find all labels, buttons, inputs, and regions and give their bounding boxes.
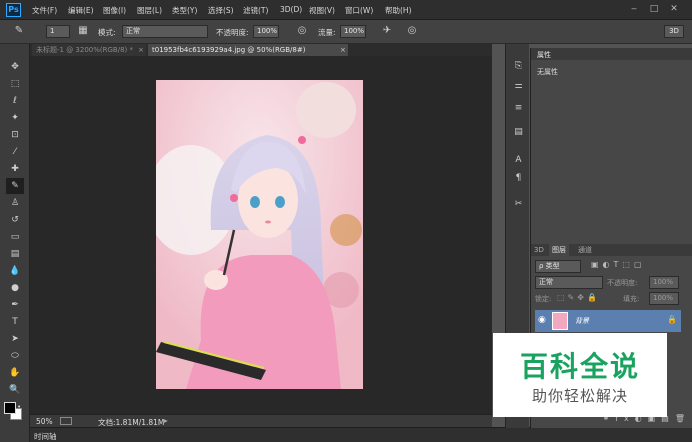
menu-layer[interactable]: 图层(L) bbox=[137, 5, 162, 16]
lasso-tool-icon[interactable]: ℓ bbox=[6, 93, 24, 109]
layer-filter-select[interactable]: ρ 类型 bbox=[535, 260, 581, 273]
dodge-tool-icon[interactable]: ● bbox=[6, 280, 24, 296]
properties-icon[interactable]: ≡ bbox=[512, 102, 525, 115]
watermark-subtitle: 助你轻松解决 bbox=[531, 387, 628, 405]
tab-untitled-1[interactable]: 未标题-1 @ 3200%(RGB/8) * bbox=[32, 44, 146, 56]
healing-brush-tool-icon[interactable]: ✚ bbox=[6, 161, 24, 177]
brush-tool-icon[interactable]: ✎ bbox=[6, 178, 24, 194]
3d-mode-button[interactable]: 3D bbox=[664, 25, 684, 38]
document-image[interactable] bbox=[156, 80, 363, 389]
tab-layers[interactable]: 图层 bbox=[549, 244, 569, 256]
brush-size-picker[interactable]: 1 bbox=[46, 25, 70, 38]
status-menu-icon[interactable]: ▸ bbox=[164, 416, 168, 425]
watermark-title: 百科全说 bbox=[519, 350, 640, 383]
anime-cosplay-photo bbox=[156, 80, 363, 389]
menu-image[interactable]: 图像(I) bbox=[103, 5, 126, 16]
blur-tool-icon[interactable]: 💧 bbox=[6, 263, 24, 279]
paragraph-icon[interactable]: ¶ bbox=[512, 172, 525, 185]
brush-panel-icon[interactable]: ▦ bbox=[76, 25, 90, 39]
move-tool-icon[interactable]: ✥ bbox=[6, 59, 24, 75]
crop-tool-icon[interactable]: ⊡ bbox=[6, 127, 24, 143]
menu-file[interactable]: 文件(F) bbox=[32, 5, 57, 16]
minimize-icon[interactable]: ‒ bbox=[628, 3, 640, 15]
menu-3d[interactable]: 3D(D) bbox=[280, 5, 302, 14]
clone-stamp-tool-icon[interactable]: ♙ bbox=[6, 195, 24, 211]
status-toggle-icon[interactable] bbox=[60, 417, 72, 425]
airbrush-icon[interactable]: ✈ bbox=[380, 25, 394, 39]
lock-icons[interactable]: ⬚✎✥🔒 bbox=[557, 293, 600, 302]
gradient-tool-icon[interactable]: ▤ bbox=[6, 246, 24, 262]
timeline-panel: 时间轴 bbox=[30, 427, 692, 442]
properties-title[interactable]: 属性 bbox=[537, 50, 551, 60]
document-tabs: 未标题-1 @ 3200%(RGB/8) * × t01953fb4c61939… bbox=[30, 44, 492, 56]
close-icon[interactable]: ✕ bbox=[668, 3, 680, 15]
adjustments-icon[interactable]: ⚌ bbox=[512, 80, 525, 93]
history-brush-tool-icon[interactable]: ↺ bbox=[6, 212, 24, 228]
blend-mode-select[interactable]: 正常 bbox=[535, 276, 603, 289]
tab-photo[interactable]: t01953fb4c6193929a4.jpg @ 50%(RGB/8#) bbox=[148, 44, 348, 56]
eyedropper-tool-icon[interactable]: ⁄ bbox=[6, 144, 24, 160]
options-bar: ✎ 1 ▦ 模式: 正常 不透明度: 100% ◎ 流量: 100% ✈ ◎ 3… bbox=[0, 20, 692, 44]
status-bar: 50% 文档:1.81M/1.81M ▸ bbox=[30, 414, 492, 427]
lock-label: 锁定: bbox=[535, 295, 552, 303]
properties-header: 属性 bbox=[531, 48, 692, 60]
tools-preset-icon[interactable]: ✂ bbox=[512, 198, 525, 211]
watermark-overlay: 百科全说 助你轻松解决 bbox=[493, 333, 667, 417]
menu-help[interactable]: 帮助(H) bbox=[385, 5, 412, 16]
marquee-tool-icon[interactable]: ⬚ bbox=[6, 76, 24, 92]
tab-label: t01953fb4c6193929a4.jpg @ 50%(RGB/8#) bbox=[152, 46, 306, 54]
menu-edit[interactable]: 编辑(E) bbox=[68, 5, 94, 16]
visibility-eye-icon[interactable]: ◉ bbox=[538, 315, 546, 325]
tab-channels[interactable]: 通道 bbox=[575, 244, 595, 256]
layer-row[interactable]: ◉ 背景 🔒 bbox=[535, 310, 681, 332]
tab-close-icon[interactable]: × bbox=[138, 44, 144, 56]
opacity-input[interactable]: 100% bbox=[253, 25, 279, 38]
fill-label: 填充: bbox=[623, 295, 640, 303]
mode-label: 模式: bbox=[98, 28, 116, 37]
layer-lock-icon: 🔒 bbox=[667, 315, 677, 324]
opacity-label: 不透明度: bbox=[216, 28, 249, 37]
flow-label: 流量: bbox=[318, 28, 336, 37]
properties-empty-text: 无属性 bbox=[537, 68, 558, 76]
foreground-color-swatch[interactable] bbox=[4, 402, 16, 414]
tools-panel: ✥ ⬚ ℓ ✦ ⊡ ⁄ ✚ ✎ ♙ ↺ ▭ ▤ 💧 ● ✒ T ➤ ⬭ ✋ 🔍 … bbox=[0, 44, 30, 442]
layer-name[interactable]: 背景 bbox=[575, 316, 589, 326]
layer-thumbnail bbox=[552, 312, 568, 330]
menu-filter[interactable]: 滤镜(T) bbox=[243, 5, 268, 16]
history-icon[interactable]: ⎘ bbox=[512, 60, 525, 73]
pen-tool-icon[interactable]: ✒ bbox=[6, 297, 24, 313]
hand-tool-icon[interactable]: ✋ bbox=[6, 365, 24, 381]
layer-opacity-label: 不透明度: bbox=[607, 279, 638, 287]
zoom-level[interactable]: 50% bbox=[36, 417, 53, 426]
layer-opacity-input[interactable]: 100% bbox=[649, 276, 679, 289]
menu-bar: Ps 文件(F) 编辑(E) 图像(I) 图层(L) 类型(Y) 选择(S) 滤… bbox=[0, 0, 692, 20]
menu-type[interactable]: 类型(Y) bbox=[172, 5, 197, 16]
brush-tool-icon[interactable]: ✎ bbox=[12, 25, 26, 39]
flow-input[interactable]: 100% bbox=[340, 25, 366, 38]
maximize-icon[interactable]: □ bbox=[648, 3, 660, 15]
timeline-label[interactable]: 时间轴 bbox=[34, 431, 57, 442]
layers-header: 3D 图层 通道 bbox=[531, 244, 692, 256]
eraser-tool-icon[interactable]: ▭ bbox=[6, 229, 24, 245]
path-select-tool-icon[interactable]: ➤ bbox=[6, 331, 24, 347]
properties-panel: 属性 无属性 bbox=[530, 48, 692, 244]
tab-close-icon[interactable]: × bbox=[340, 44, 346, 56]
fill-input[interactable]: 100% bbox=[649, 292, 679, 305]
mode-select[interactable]: 正常 bbox=[122, 25, 208, 38]
menu-select[interactable]: 选择(S) bbox=[208, 5, 234, 16]
tab-label: 未标题-1 @ 3200%(RGB/8) * bbox=[36, 46, 133, 54]
menu-view[interactable]: 视图(V) bbox=[309, 5, 335, 16]
filter-icons[interactable]: ▣◐T⬚▢ bbox=[591, 260, 671, 272]
tab-3d[interactable]: 3D bbox=[531, 244, 547, 256]
zoom-tool-icon[interactable]: 🔍 bbox=[6, 382, 24, 398]
photoshop-logo: Ps bbox=[6, 3, 21, 17]
menu-window[interactable]: 窗口(W) bbox=[345, 5, 373, 16]
quick-select-tool-icon[interactable]: ✦ bbox=[6, 110, 24, 126]
character-icon[interactable]: A bbox=[512, 154, 525, 167]
pressure-size-icon[interactable]: ◎ bbox=[405, 25, 419, 39]
layer-comps-icon[interactable]: ▤ bbox=[512, 126, 525, 139]
shape-tool-icon[interactable]: ⬭ bbox=[6, 348, 24, 364]
pressure-opacity-icon[interactable]: ◎ bbox=[295, 25, 309, 39]
type-tool-icon[interactable]: T bbox=[6, 314, 24, 330]
